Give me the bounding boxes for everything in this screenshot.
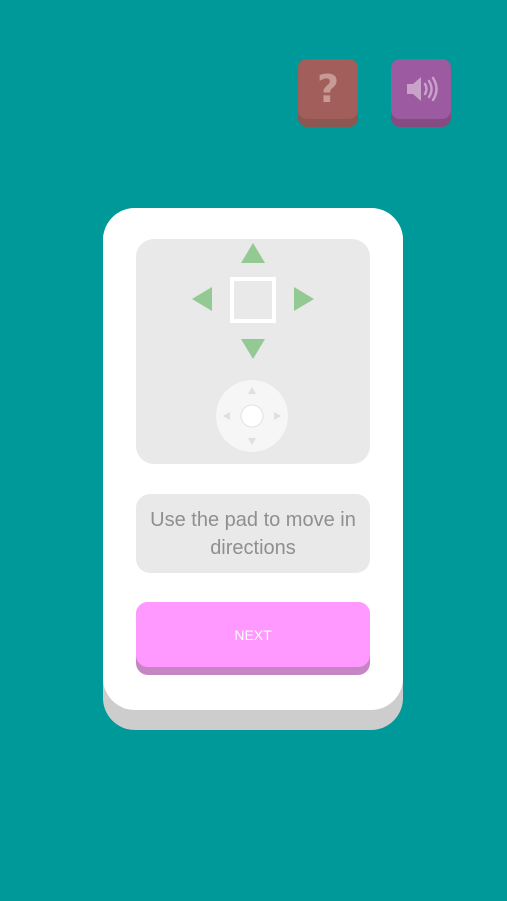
arrow-down-icon — [241, 339, 265, 359]
movement-demo-illustration — [192, 243, 314, 452]
tutorial-card-face: Use the pad to move in directions NEXT — [103, 208, 403, 710]
next-button[interactable]: NEXT — [136, 602, 370, 675]
instruction-text: Use the pad to move in directions — [150, 508, 356, 559]
speaker-icon — [407, 76, 438, 102]
arrow-up-icon — [241, 243, 265, 263]
help-button[interactable]: ? — [298, 59, 358, 127]
sound-button-face[interactable] — [391, 59, 451, 119]
arrow-right-icon — [294, 287, 314, 311]
help-button-face[interactable]: ? — [298, 59, 358, 119]
question-icon: ? — [316, 67, 340, 111]
sound-toggle-button[interactable] — [391, 59, 451, 127]
next-button-face[interactable]: NEXT — [136, 602, 370, 667]
player-square-icon — [230, 277, 276, 323]
dpad-icon — [216, 380, 288, 452]
tutorial-card: Use the pad to move in directions NEXT — [103, 208, 403, 730]
next-button-label: NEXT — [234, 626, 272, 643]
instruction-text-box: Use the pad to move in directions — [136, 494, 370, 573]
arrow-left-icon — [192, 287, 212, 311]
movement-demo-panel — [136, 239, 370, 464]
